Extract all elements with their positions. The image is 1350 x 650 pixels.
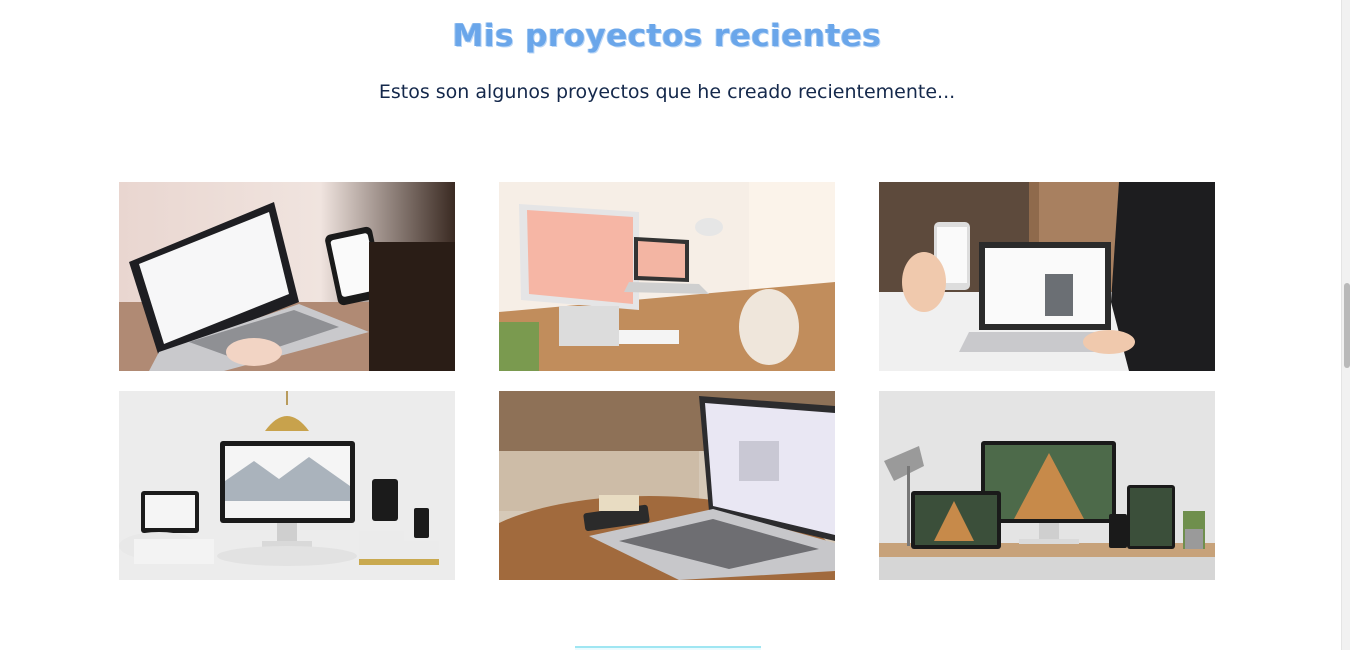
project-image-architect-studio — [879, 391, 1215, 580]
project-card-5[interactable] — [499, 391, 835, 580]
project-image-laptop-google — [119, 182, 455, 371]
section-subtitle: Estos son algunos proyectos que he cread… — [378, 81, 956, 103]
project-card-4[interactable] — [119, 391, 455, 580]
project-card-2[interactable] — [499, 182, 835, 371]
scrollbar-thumb[interactable] — [1344, 283, 1350, 368]
project-image-laptop-table — [499, 391, 835, 580]
project-card-3[interactable] — [879, 182, 1215, 371]
page: Mis proyectos recientes Estos son alguno… — [0, 0, 1350, 650]
project-card-6[interactable] — [879, 391, 1215, 580]
page-scrollbar[interactable] — [1341, 0, 1350, 650]
project-image-imac-desk — [499, 182, 835, 371]
section-title: Mis proyectos recientes — [452, 18, 882, 54]
project-card-1[interactable] — [119, 182, 455, 371]
more-projects-button[interactable] — [575, 646, 761, 650]
projects-grid — [119, 182, 1215, 580]
project-image-responsive-design — [119, 391, 455, 580]
project-image-phone-laptop — [879, 182, 1215, 371]
